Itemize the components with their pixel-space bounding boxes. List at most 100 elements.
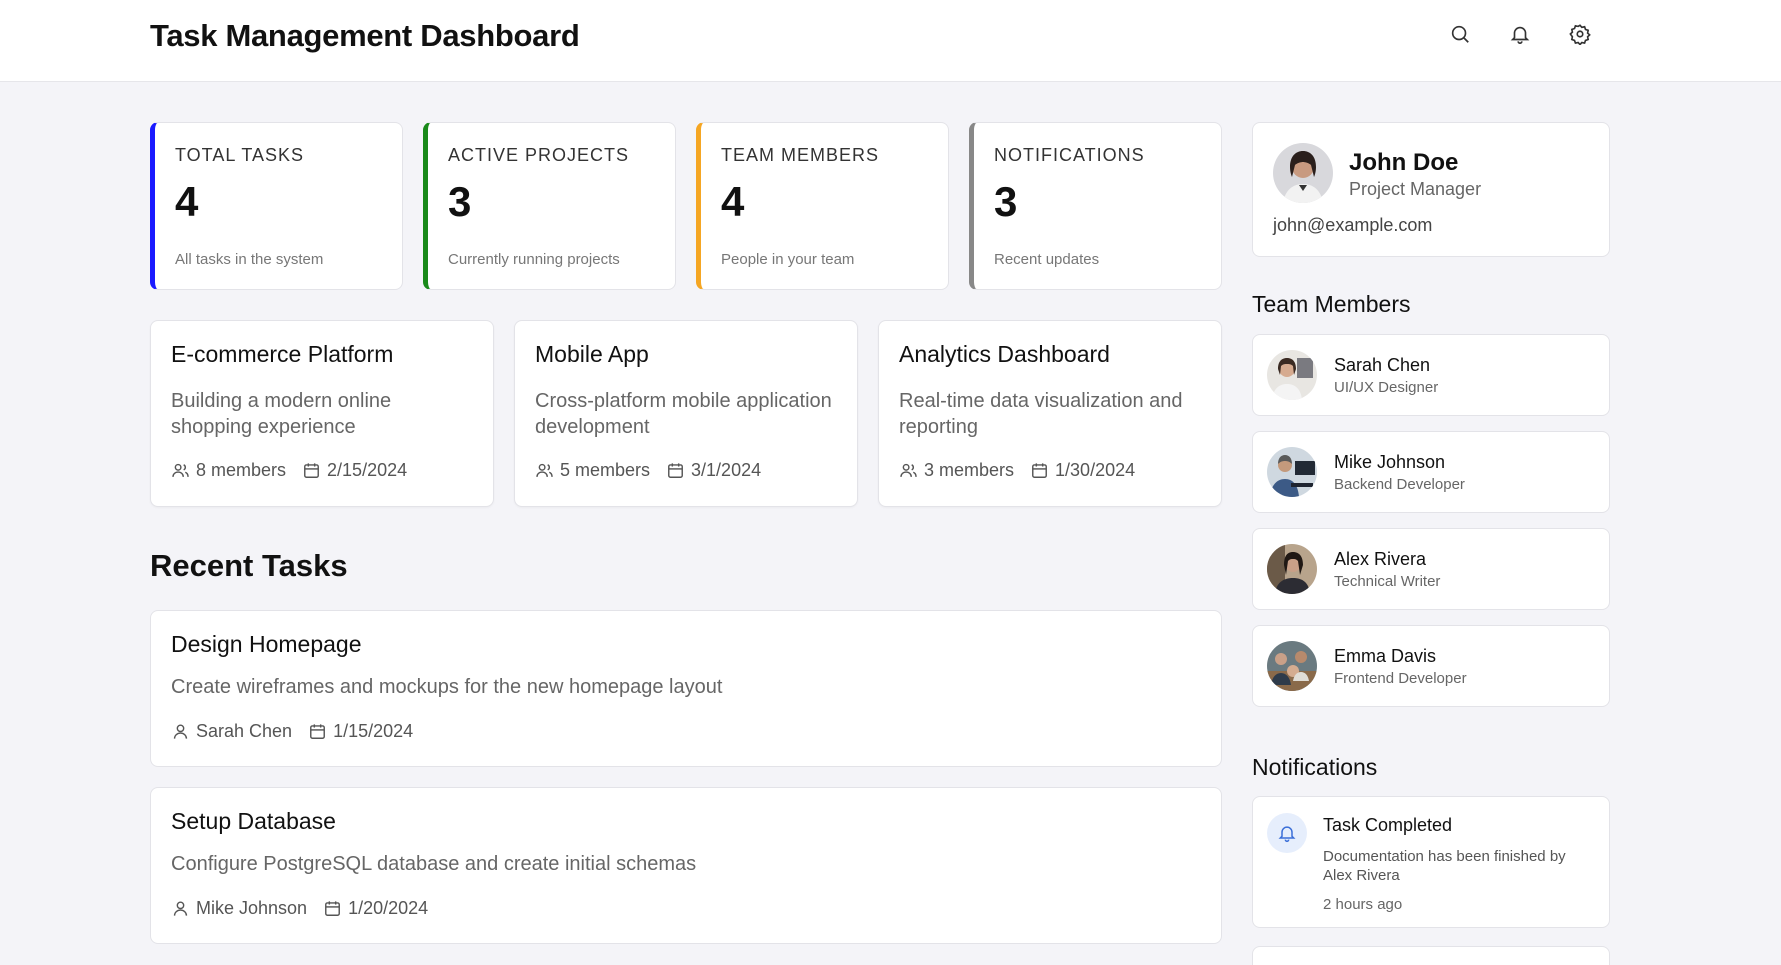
project-title: E-commerce Platform bbox=[171, 341, 394, 367]
project-date: 2/15/2024 bbox=[327, 460, 408, 480]
calendar-icon bbox=[304, 463, 319, 478]
task-meta: Sarah Chen 1/15/2024 bbox=[171, 721, 1201, 742]
members-count: 5 members bbox=[560, 460, 651, 480]
member-name: Emma Davis bbox=[1334, 646, 1437, 666]
header-actions bbox=[1448, 22, 1592, 46]
project-description: Real-time data visualization and reporti… bbox=[899, 390, 1183, 438]
notifications-heading: Notifications bbox=[1252, 754, 1378, 780]
stat-value: 4 bbox=[721, 178, 745, 225]
project-title: Analytics Dashboard bbox=[899, 341, 1110, 367]
project-description: Building a modern online shopping experi… bbox=[171, 390, 392, 438]
date-meta: 1/30/2024 bbox=[1030, 460, 1135, 481]
stat-label: TOTAL TASKS bbox=[175, 145, 305, 165]
member-role: Technical Writer bbox=[1334, 573, 1441, 590]
member-name: Mike Johnson bbox=[1334, 452, 1446, 472]
stat-value: 3 bbox=[994, 178, 1018, 225]
member-name: Alex Rivera bbox=[1334, 549, 1427, 569]
users-icon bbox=[536, 463, 553, 477]
gear-icon[interactable] bbox=[1568, 22, 1592, 46]
search-icon[interactable] bbox=[1448, 22, 1472, 46]
users-icon bbox=[900, 463, 917, 477]
members-count: 3 members bbox=[924, 460, 1015, 480]
team-member-card[interactable]: Sarah Chen UI/UX Designer bbox=[1252, 334, 1610, 416]
task-date: 1/15/2024 bbox=[333, 721, 414, 741]
date-meta: 1/15/2024 bbox=[308, 721, 413, 742]
task-title: Design Homepage bbox=[171, 631, 362, 657]
stat-description: People in your team bbox=[721, 251, 855, 268]
user-icon bbox=[173, 724, 188, 739]
date-meta: 2/15/2024 bbox=[302, 460, 407, 481]
user-icon bbox=[173, 901, 188, 916]
users-icon bbox=[172, 463, 189, 477]
task-assignee: Mike Johnson bbox=[196, 898, 308, 918]
notification-card[interactable]: Task Completed Documentation has been fi… bbox=[1252, 796, 1610, 928]
members-meta: 8 members bbox=[171, 460, 286, 481]
task-meta: Mike Johnson 1/20/2024 bbox=[171, 898, 1201, 919]
avatar bbox=[1267, 447, 1317, 497]
task-assignee: Sarah Chen bbox=[196, 721, 293, 741]
profile-email: john@example.com bbox=[1273, 215, 1433, 235]
stat-label: ACTIVE PROJECTS bbox=[448, 145, 630, 165]
project-meta: 8 members 2/15/2024 bbox=[171, 460, 473, 481]
stat-value: 4 bbox=[175, 178, 199, 225]
stat-card-total-tasks: TOTAL TASKS 4 All tasks in the system bbox=[150, 122, 403, 290]
team-members-heading: Team Members bbox=[1252, 291, 1411, 317]
member-role: Backend Developer bbox=[1334, 476, 1465, 493]
members-meta: 3 members bbox=[899, 460, 1014, 481]
stats-row: TOTAL TASKS 4 All tasks in the system AC… bbox=[150, 122, 1222, 290]
date-meta: 3/1/2024 bbox=[666, 460, 761, 481]
assignee-meta: Mike Johnson bbox=[171, 898, 307, 919]
stat-description: Recent updates bbox=[994, 251, 1100, 268]
assignee-meta: Sarah Chen bbox=[171, 721, 292, 742]
stat-description: Currently running projects bbox=[448, 251, 620, 268]
profile-card: John Doe Project Manager john@example.co… bbox=[1252, 122, 1610, 257]
task-card[interactable]: Design Homepage Create wireframes and mo… bbox=[150, 610, 1222, 767]
recent-tasks-heading: Recent Tasks bbox=[150, 548, 348, 583]
notification-text: Documentation has been finished by Alex … bbox=[1323, 848, 1566, 884]
project-date: 3/1/2024 bbox=[691, 460, 762, 480]
calendar-icon bbox=[1032, 463, 1047, 478]
task-title: Setup Database bbox=[171, 808, 336, 834]
page-title: Task Management Dashboard bbox=[150, 18, 580, 53]
stat-value: 3 bbox=[448, 178, 472, 225]
avatar bbox=[1267, 641, 1317, 691]
project-description: Cross-platform mobile application develo… bbox=[535, 390, 832, 438]
top-header: Task Management Dashboard bbox=[0, 0, 1781, 82]
bell-icon bbox=[1267, 813, 1307, 853]
calendar-icon bbox=[668, 463, 683, 478]
stat-description: All tasks in the system bbox=[175, 251, 324, 268]
members-meta: 5 members bbox=[535, 460, 650, 481]
member-role: UI/UX Designer bbox=[1334, 379, 1439, 396]
profile-role: Project Manager bbox=[1349, 179, 1482, 199]
calendar-icon bbox=[325, 901, 341, 916]
projects-row: E-commerce Platform Building a modern on… bbox=[150, 320, 1222, 507]
stat-card-active-projects: ACTIVE PROJECTS 3 Currently running proj… bbox=[423, 122, 676, 290]
project-meta: 3 members 1/30/2024 bbox=[899, 460, 1201, 481]
calendar-icon bbox=[310, 724, 326, 739]
project-card[interactable]: Mobile App Cross-platform mobile applica… bbox=[514, 320, 858, 507]
avatar bbox=[1267, 350, 1317, 400]
date-meta: 1/20/2024 bbox=[323, 898, 428, 919]
task-card[interactable]: Setup Database Configure PostgreSQL data… bbox=[150, 787, 1222, 944]
notification-title: Task Completed bbox=[1323, 815, 1453, 835]
stat-label: TEAM MEMBERS bbox=[721, 145, 880, 165]
project-title: Mobile App bbox=[535, 341, 649, 367]
avatar bbox=[1273, 143, 1333, 203]
notification-time: 2 hours ago bbox=[1323, 896, 1403, 913]
project-date: 1/30/2024 bbox=[1055, 460, 1136, 480]
members-count: 8 members bbox=[196, 460, 287, 480]
task-description: Configure PostgreSQL database and create… bbox=[171, 853, 697, 875]
team-member-card[interactable]: Mike Johnson Backend Developer bbox=[1252, 431, 1610, 513]
team-member-card[interactable]: Alex Rivera Technical Writer bbox=[1252, 528, 1610, 610]
member-role: Frontend Developer bbox=[1334, 670, 1467, 687]
bell-icon[interactable] bbox=[1508, 22, 1532, 46]
project-card[interactable]: Analytics Dashboard Real-time data visua… bbox=[878, 320, 1222, 507]
stat-card-notifications: NOTIFICATIONS 3 Recent updates bbox=[969, 122, 1222, 290]
task-description: Create wireframes and mockups for the ne… bbox=[171, 676, 723, 698]
notification-card[interactable] bbox=[1252, 946, 1610, 965]
profile-name: John Doe bbox=[1349, 149, 1459, 176]
team-member-card[interactable]: Emma Davis Frontend Developer bbox=[1252, 625, 1610, 707]
task-date: 1/20/2024 bbox=[348, 898, 429, 918]
project-meta: 5 members 3/1/2024 bbox=[535, 460, 837, 481]
project-card[interactable]: E-commerce Platform Building a modern on… bbox=[150, 320, 494, 507]
